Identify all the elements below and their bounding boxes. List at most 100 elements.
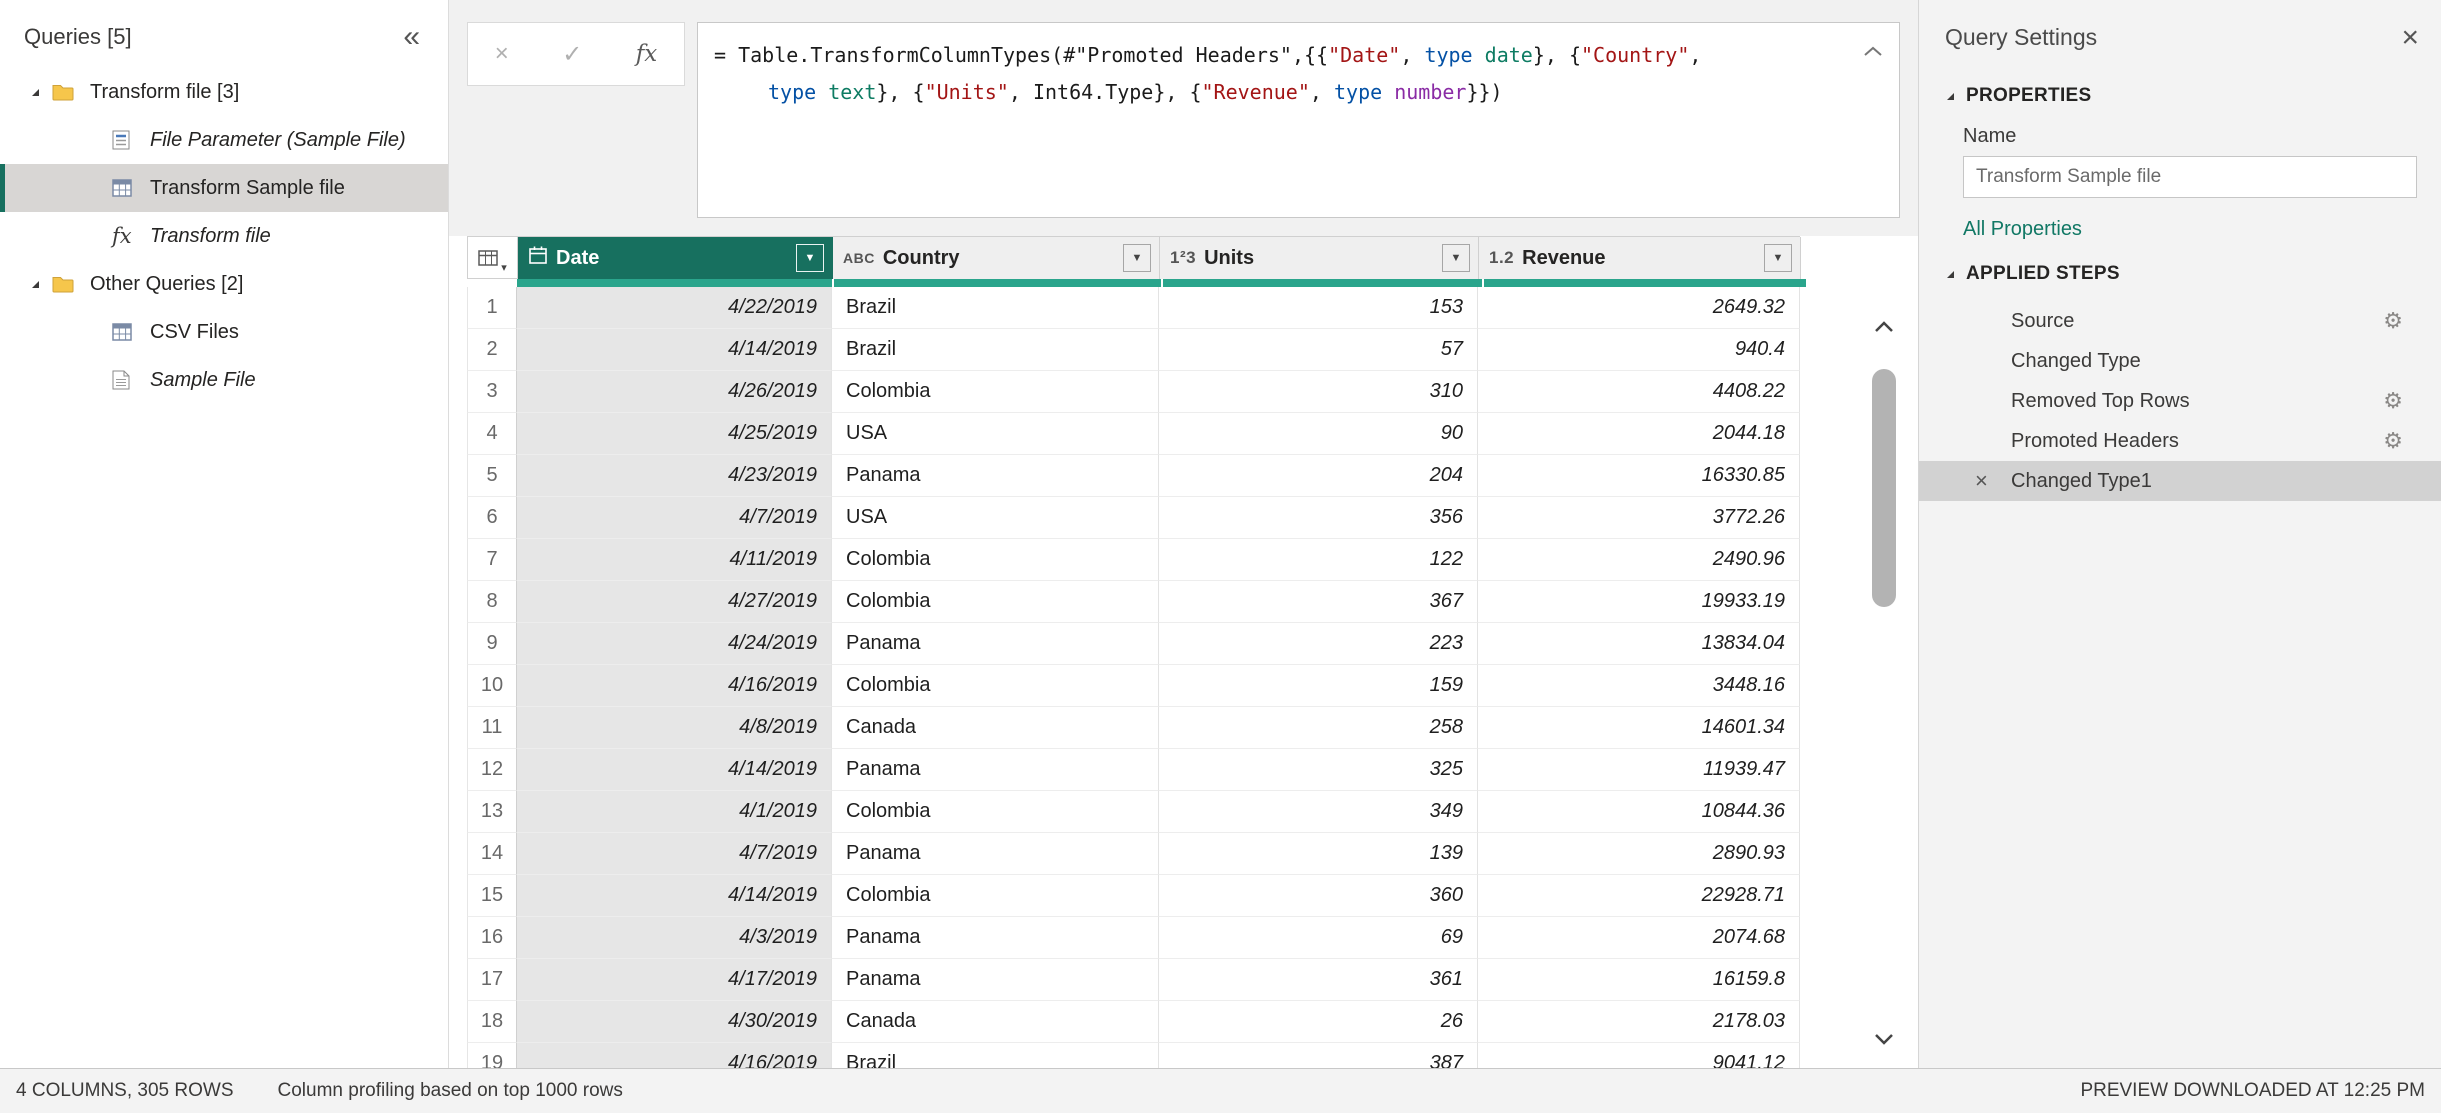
table-cell[interactable]: Brazil bbox=[832, 1043, 1159, 1068]
table-cell[interactable]: 4/7/2019 bbox=[517, 833, 832, 875]
status-profiling-link[interactable]: Column profiling based on top 1000 rows bbox=[278, 1080, 623, 1102]
applied-step-changed-type[interactable]: Changed Type bbox=[1919, 341, 2441, 381]
table-cell[interactable]: 4/24/2019 bbox=[517, 623, 832, 665]
query-item-transform-sample-file[interactable]: Transform Sample file bbox=[0, 164, 448, 212]
query-item-sample-file[interactable]: Sample File bbox=[0, 356, 448, 404]
table-cell[interactable]: 4/16/2019 bbox=[517, 665, 832, 707]
table-cell[interactable]: 2490.96 bbox=[1478, 539, 1800, 581]
table-cell[interactable]: Panama bbox=[832, 917, 1159, 959]
delete-step-icon[interactable]: × bbox=[1975, 470, 1988, 492]
applied-step-promoted-headers[interactable]: Promoted Headers ⚙ bbox=[1919, 421, 2441, 461]
table-cell[interactable]: Panama bbox=[832, 623, 1159, 665]
table-cell[interactable]: 16159.8 bbox=[1478, 959, 1800, 1001]
table-cell[interactable]: 4/14/2019 bbox=[517, 875, 832, 917]
row-number[interactable]: 11 bbox=[467, 707, 517, 749]
query-item-file-parameter[interactable]: File Parameter (Sample File) bbox=[0, 116, 448, 164]
table-cell[interactable]: 2074.68 bbox=[1478, 917, 1800, 959]
table-cell[interactable]: 325 bbox=[1159, 749, 1478, 791]
tree-expand-icon[interactable] bbox=[30, 279, 52, 290]
table-cell[interactable]: 4/3/2019 bbox=[517, 917, 832, 959]
table-cell[interactable]: 2178.03 bbox=[1478, 1001, 1800, 1043]
scrollbar-thumb[interactable] bbox=[1872, 369, 1896, 607]
table-cell[interactable]: Colombia bbox=[832, 791, 1159, 833]
properties-section-header[interactable]: PROPERTIES bbox=[1919, 71, 2441, 117]
row-number[interactable]: 10 bbox=[467, 665, 517, 707]
table-cell[interactable]: 4/1/2019 bbox=[517, 791, 832, 833]
table-cell[interactable]: 4/27/2019 bbox=[517, 581, 832, 623]
table-cell[interactable]: 4/26/2019 bbox=[517, 371, 832, 413]
table-cell[interactable]: 22928.71 bbox=[1478, 875, 1800, 917]
filter-button[interactable]: ▼ bbox=[1764, 244, 1792, 272]
table-cell[interactable]: Panama bbox=[832, 833, 1159, 875]
formula-fx-button[interactable]: fx bbox=[626, 41, 667, 67]
table-cell[interactable]: Brazil bbox=[832, 287, 1159, 329]
row-number[interactable]: 17 bbox=[467, 959, 517, 1001]
filter-button[interactable]: ▼ bbox=[1442, 244, 1470, 272]
table-cell[interactable]: 204 bbox=[1159, 455, 1478, 497]
table-cell[interactable]: Brazil bbox=[832, 329, 1159, 371]
applied-step-removed-top-rows[interactable]: Removed Top Rows ⚙ bbox=[1919, 381, 2441, 421]
row-number[interactable]: 6 bbox=[467, 497, 517, 539]
row-number[interactable]: 2 bbox=[467, 329, 517, 371]
table-cell[interactable]: 4/16/2019 bbox=[517, 1043, 832, 1068]
row-number[interactable]: 14 bbox=[467, 833, 517, 875]
query-group-transform-file[interactable]: Transform file [3] bbox=[0, 68, 448, 116]
row-number[interactable]: 5 bbox=[467, 455, 517, 497]
table-cell[interactable]: 26 bbox=[1159, 1001, 1478, 1043]
table-cell[interactable]: Colombia bbox=[832, 539, 1159, 581]
row-number[interactable]: 19 bbox=[467, 1043, 517, 1068]
table-cell[interactable]: 940.4 bbox=[1478, 329, 1800, 371]
table-cell[interactable]: 223 bbox=[1159, 623, 1478, 665]
formula-cancel-button[interactable]: × bbox=[485, 40, 519, 68]
filter-button[interactable]: ▼ bbox=[796, 244, 824, 272]
vertical-scrollbar[interactable] bbox=[1864, 314, 1904, 1052]
table-cell[interactable]: 19933.19 bbox=[1478, 581, 1800, 623]
table-cell[interactable]: Colombia bbox=[832, 371, 1159, 413]
table-cell[interactable]: 4408.22 bbox=[1478, 371, 1800, 413]
filter-button[interactable]: ▼ bbox=[1123, 244, 1151, 272]
table-cell[interactable]: 153 bbox=[1159, 287, 1478, 329]
table-cell[interactable]: 122 bbox=[1159, 539, 1478, 581]
table-cell[interactable]: 4/11/2019 bbox=[517, 539, 832, 581]
gear-icon[interactable]: ⚙ bbox=[2383, 308, 2403, 334]
close-icon[interactable]: × bbox=[2401, 27, 2419, 49]
table-cell[interactable]: USA bbox=[832, 413, 1159, 455]
row-number[interactable]: 3 bbox=[467, 371, 517, 413]
table-select-all-button[interactable]: ▾ bbox=[468, 237, 518, 279]
table-cell[interactable]: 139 bbox=[1159, 833, 1478, 875]
table-cell[interactable]: Panama bbox=[832, 959, 1159, 1001]
formula-input[interactable]: = Table.TransformColumnTypes(#"Promoted … bbox=[697, 22, 1900, 218]
formula-collapse-icon[interactable] bbox=[1861, 33, 1885, 70]
table-cell[interactable]: 387 bbox=[1159, 1043, 1478, 1068]
row-number[interactable]: 15 bbox=[467, 875, 517, 917]
query-name-input[interactable] bbox=[1963, 156, 2417, 198]
row-number[interactable]: 4 bbox=[467, 413, 517, 455]
table-cell[interactable]: 356 bbox=[1159, 497, 1478, 539]
applied-step-changed-type1[interactable]: × Changed Type1 bbox=[1919, 461, 2441, 501]
table-cell[interactable]: 4/8/2019 bbox=[517, 707, 832, 749]
column-header-country[interactable]: ABC Country ▼ bbox=[833, 237, 1160, 279]
row-number[interactable]: 16 bbox=[467, 917, 517, 959]
table-cell[interactable]: 349 bbox=[1159, 791, 1478, 833]
table-cell[interactable]: Colombia bbox=[832, 875, 1159, 917]
table-cell[interactable]: 14601.34 bbox=[1478, 707, 1800, 749]
table-cell[interactable]: Panama bbox=[832, 455, 1159, 497]
table-cell[interactable]: Canada bbox=[832, 707, 1159, 749]
query-item-csv-files[interactable]: CSV Files bbox=[0, 308, 448, 356]
table-cell[interactable]: 3448.16 bbox=[1478, 665, 1800, 707]
applied-steps-section-header[interactable]: APPLIED STEPS bbox=[1919, 249, 2441, 295]
collapse-pane-icon[interactable]: « bbox=[395, 27, 428, 47]
query-group-other-queries[interactable]: Other Queries [2] bbox=[0, 260, 448, 308]
row-number[interactable]: 12 bbox=[467, 749, 517, 791]
row-number[interactable]: 1 bbox=[467, 287, 517, 329]
table-cell[interactable]: 360 bbox=[1159, 875, 1478, 917]
table-cell[interactable]: 69 bbox=[1159, 917, 1478, 959]
table-cell[interactable]: 2044.18 bbox=[1478, 413, 1800, 455]
table-cell[interactable]: Colombia bbox=[832, 581, 1159, 623]
table-cell[interactable]: 3772.26 bbox=[1478, 497, 1800, 539]
table-cell[interactable]: Canada bbox=[832, 1001, 1159, 1043]
tree-expand-icon[interactable] bbox=[30, 87, 52, 98]
table-cell[interactable]: 57 bbox=[1159, 329, 1478, 371]
scroll-down-icon[interactable] bbox=[1864, 1026, 1904, 1052]
gear-icon[interactable]: ⚙ bbox=[2383, 388, 2403, 414]
